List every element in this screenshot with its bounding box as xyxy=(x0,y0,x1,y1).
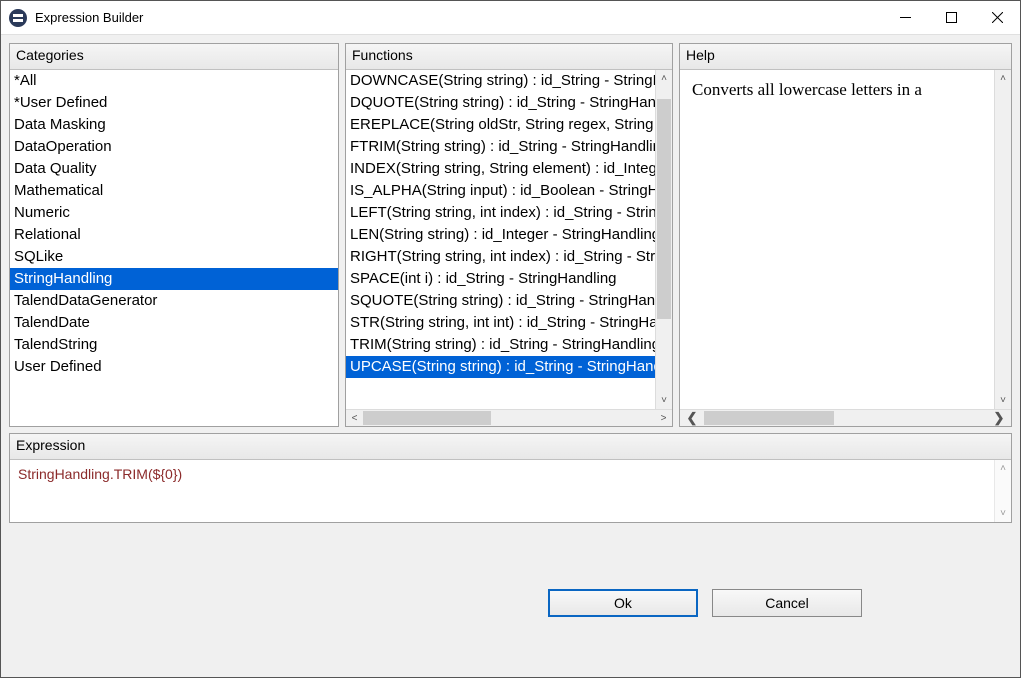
window-controls xyxy=(882,1,1020,34)
function-item[interactable]: INDEX(String string, String element) : i… xyxy=(346,158,655,180)
titlebar: Expression Builder xyxy=(1,1,1020,35)
scroll-down-icon[interactable]: ˅ xyxy=(995,505,1011,522)
function-item[interactable]: LEFT(String string, int index) : id_Stri… xyxy=(346,202,655,224)
scroll-up-icon[interactable]: ˄ xyxy=(995,70,1011,87)
function-item[interactable]: EREPLACE(String oldStr, String regex, St… xyxy=(346,114,655,136)
category-item[interactable]: *All xyxy=(10,70,338,92)
help-panel: Help Converts all lowercase letters in a… xyxy=(679,43,1012,427)
function-item[interactable]: FTRIM(String string) : id_String - Strin… xyxy=(346,136,655,158)
expression-panel: Expression StringHandling.TRIM(${0}) ˄ ˅ xyxy=(9,433,1012,523)
scroll-right-icon[interactable]: ˃ xyxy=(655,410,672,426)
minimize-button[interactable] xyxy=(882,1,928,34)
category-item[interactable]: StringHandling xyxy=(10,268,338,290)
function-item[interactable]: DQUOTE(String string) : id_String - Stri… xyxy=(346,92,655,114)
functions-horizontal-scrollbar[interactable]: ˂ ˃ xyxy=(346,409,672,426)
scroll-down-icon[interactable]: ˅ xyxy=(995,392,1011,409)
category-item[interactable]: Numeric xyxy=(10,202,338,224)
help-vertical-scrollbar[interactable]: ˄ ˅ xyxy=(994,70,1011,409)
scroll-left-icon[interactable]: ❮ xyxy=(680,410,704,426)
functions-vertical-scrollbar[interactable]: ˄ ˅ xyxy=(655,70,672,409)
scroll-right-icon[interactable]: ❯ xyxy=(987,410,1011,426)
app-icon xyxy=(9,9,27,27)
category-item[interactable]: *User Defined xyxy=(10,92,338,114)
scrollbar-thumb[interactable] xyxy=(704,411,834,425)
scroll-down-icon[interactable]: ˅ xyxy=(656,392,672,409)
scroll-up-icon[interactable]: ˄ xyxy=(656,70,672,87)
ok-button[interactable]: Ok xyxy=(548,589,698,617)
close-button[interactable] xyxy=(974,1,1020,34)
category-item[interactable]: DataOperation xyxy=(10,136,338,158)
category-item[interactable]: User Defined xyxy=(10,356,338,378)
expression-header: Expression xyxy=(10,434,1011,460)
function-item[interactable]: STR(String string, int int) : id_String … xyxy=(346,312,655,334)
window-title: Expression Builder xyxy=(35,10,143,25)
category-item[interactable]: Data Quality xyxy=(10,158,338,180)
category-item[interactable]: Mathematical xyxy=(10,180,338,202)
function-item[interactable]: RIGHT(String string, int index) : id_Str… xyxy=(346,246,655,268)
category-item[interactable]: TalendDate xyxy=(10,312,338,334)
function-item[interactable]: SQUOTE(String string) : id_String - Stri… xyxy=(346,290,655,312)
help-text: Converts all lowercase letters in a xyxy=(680,70,994,409)
functions-panel: Functions DOWNCASE(String string) : id_S… xyxy=(345,43,673,427)
dialog-window: Expression Builder Categories *All*User … xyxy=(0,0,1021,678)
category-item[interactable]: Data Masking xyxy=(10,114,338,136)
category-item[interactable]: TalendDataGenerator xyxy=(10,290,338,312)
maximize-button[interactable] xyxy=(928,1,974,34)
function-item[interactable]: DOWNCASE(String string) : id_String - St… xyxy=(346,70,655,92)
category-item[interactable]: SQLike xyxy=(10,246,338,268)
categories-header: Categories xyxy=(10,44,338,70)
cancel-button[interactable]: Cancel xyxy=(712,589,862,617)
function-item[interactable]: TRIM(String string) : id_String - String… xyxy=(346,334,655,356)
categories-panel: Categories *All*User DefinedData Masking… xyxy=(9,43,339,427)
scrollbar-thumb[interactable] xyxy=(657,99,671,319)
help-header: Help xyxy=(680,44,1011,70)
expression-vertical-scrollbar[interactable]: ˄ ˅ xyxy=(994,460,1011,522)
functions-list[interactable]: DOWNCASE(String string) : id_String - St… xyxy=(346,70,672,409)
dialog-buttons: Ok Cancel xyxy=(9,589,1012,617)
scroll-up-icon[interactable]: ˄ xyxy=(995,460,1011,477)
function-item[interactable]: IS_ALPHA(String input) : id_Boolean - St… xyxy=(346,180,655,202)
help-horizontal-scrollbar[interactable]: ❮ ❯ xyxy=(680,409,1011,426)
scrollbar-thumb[interactable] xyxy=(363,411,491,425)
functions-header: Functions xyxy=(346,44,672,70)
function-item[interactable]: LEN(String string) : id_Integer - String… xyxy=(346,224,655,246)
category-item[interactable]: Relational xyxy=(10,224,338,246)
function-item[interactable]: SPACE(int i) : id_String - StringHandlin… xyxy=(346,268,655,290)
function-item[interactable]: UPCASE(String string) : id_String - Stri… xyxy=(346,356,655,378)
category-item[interactable]: TalendString xyxy=(10,334,338,356)
dialog-content: Categories *All*User DefinedData Masking… xyxy=(1,35,1020,677)
scroll-left-icon[interactable]: ˂ xyxy=(346,410,363,426)
expression-input[interactable]: StringHandling.TRIM(${0}) xyxy=(10,460,994,522)
help-body: Converts all lowercase letters in a ˄ ˅ xyxy=(680,70,1011,409)
categories-list[interactable]: *All*User DefinedData MaskingDataOperati… xyxy=(10,70,338,426)
